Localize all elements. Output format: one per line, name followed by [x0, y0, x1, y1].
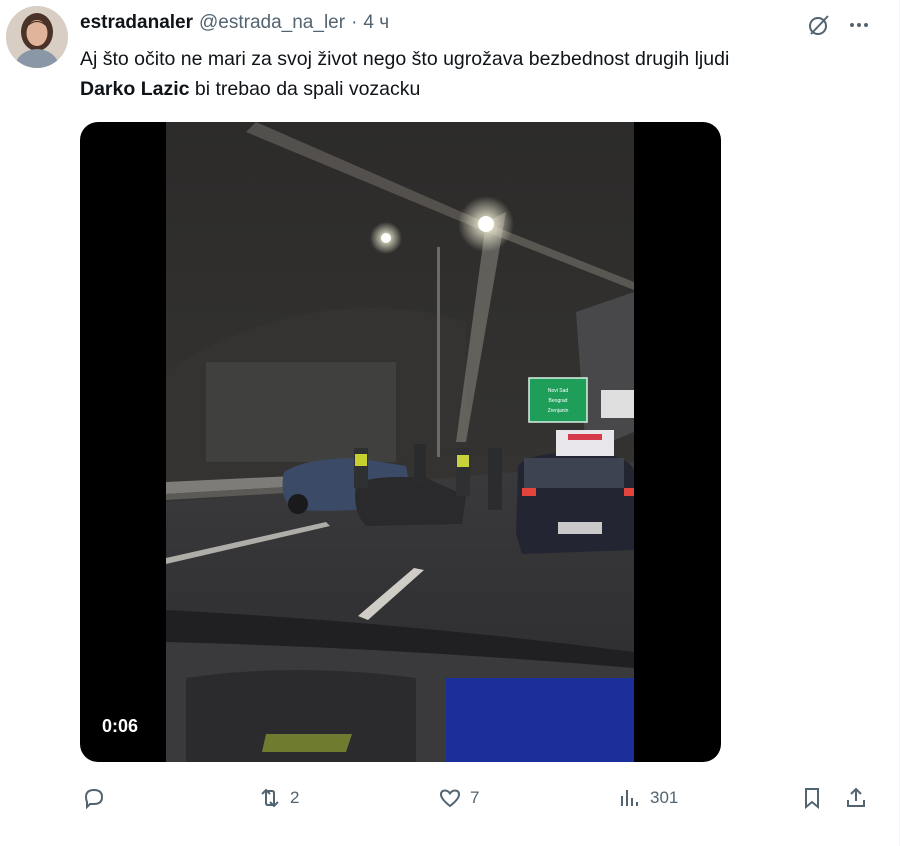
- bookmark-button[interactable]: [800, 780, 824, 816]
- like-icon: [439, 789, 461, 808]
- like-count: 7: [470, 788, 480, 807]
- sign-text-1: Novi Sad: [548, 388, 569, 394]
- share-icon: [847, 787, 865, 807]
- tweet-text-line-2: Darko Lazic bi trebao da spali vozacku: [80, 74, 880, 104]
- retweet-button[interactable]: 2: [258, 780, 299, 816]
- retweet-count: 2: [290, 788, 300, 807]
- like-button[interactable]: 7: [438, 780, 479, 816]
- bookmark-icon: [805, 788, 819, 810]
- tweet-timestamp[interactable]: 4 ч: [363, 12, 389, 34]
- reply-icon: [84, 788, 104, 810]
- sign-text-2: Beograd: [549, 398, 568, 404]
- tweet-text-line-2-rest: bi trebao da spali vozacku: [189, 78, 421, 100]
- avatar[interactable]: [6, 6, 68, 68]
- tweet-text-line-1: Aj što očito ne mari za svoj život nego …: [80, 48, 730, 70]
- tweet-text: Aj što očito ne mari za svoj život nego …: [80, 44, 880, 104]
- views-button[interactable]: 301: [618, 780, 678, 816]
- video-duration: 0:06: [102, 716, 139, 736]
- reply-button[interactable]: [82, 780, 106, 816]
- author-display-name[interactable]: estradanaler: [80, 12, 193, 34]
- retweet-icon: [261, 788, 279, 808]
- author-handle[interactable]: @estrada_na_ler: [199, 12, 345, 34]
- views-icon: [621, 790, 638, 806]
- action-bar: 2 7 301: [80, 780, 880, 816]
- views-count: 301: [650, 788, 679, 807]
- grok-icon[interactable]: [806, 12, 832, 38]
- tweet-header: estradanaler @estrada_na_ler · 4 ч: [80, 12, 389, 34]
- mention-bold: Darko Lazic: [80, 78, 190, 100]
- sign-text-3: Zrenjanin: [548, 408, 569, 414]
- more-icon[interactable]: [846, 12, 872, 38]
- video-frame[interactable]: Novi Sad Beograd Zrenjanin: [166, 122, 634, 762]
- share-button[interactable]: [844, 780, 868, 816]
- tweet-card[interactable]: estradanaler @estrada_na_ler · 4 ч Aj št…: [0, 0, 900, 846]
- video-player[interactable]: Novi Sad Beograd Zrenjanin 0:06: [80, 122, 721, 762]
- header-separator: ·: [351, 12, 358, 33]
